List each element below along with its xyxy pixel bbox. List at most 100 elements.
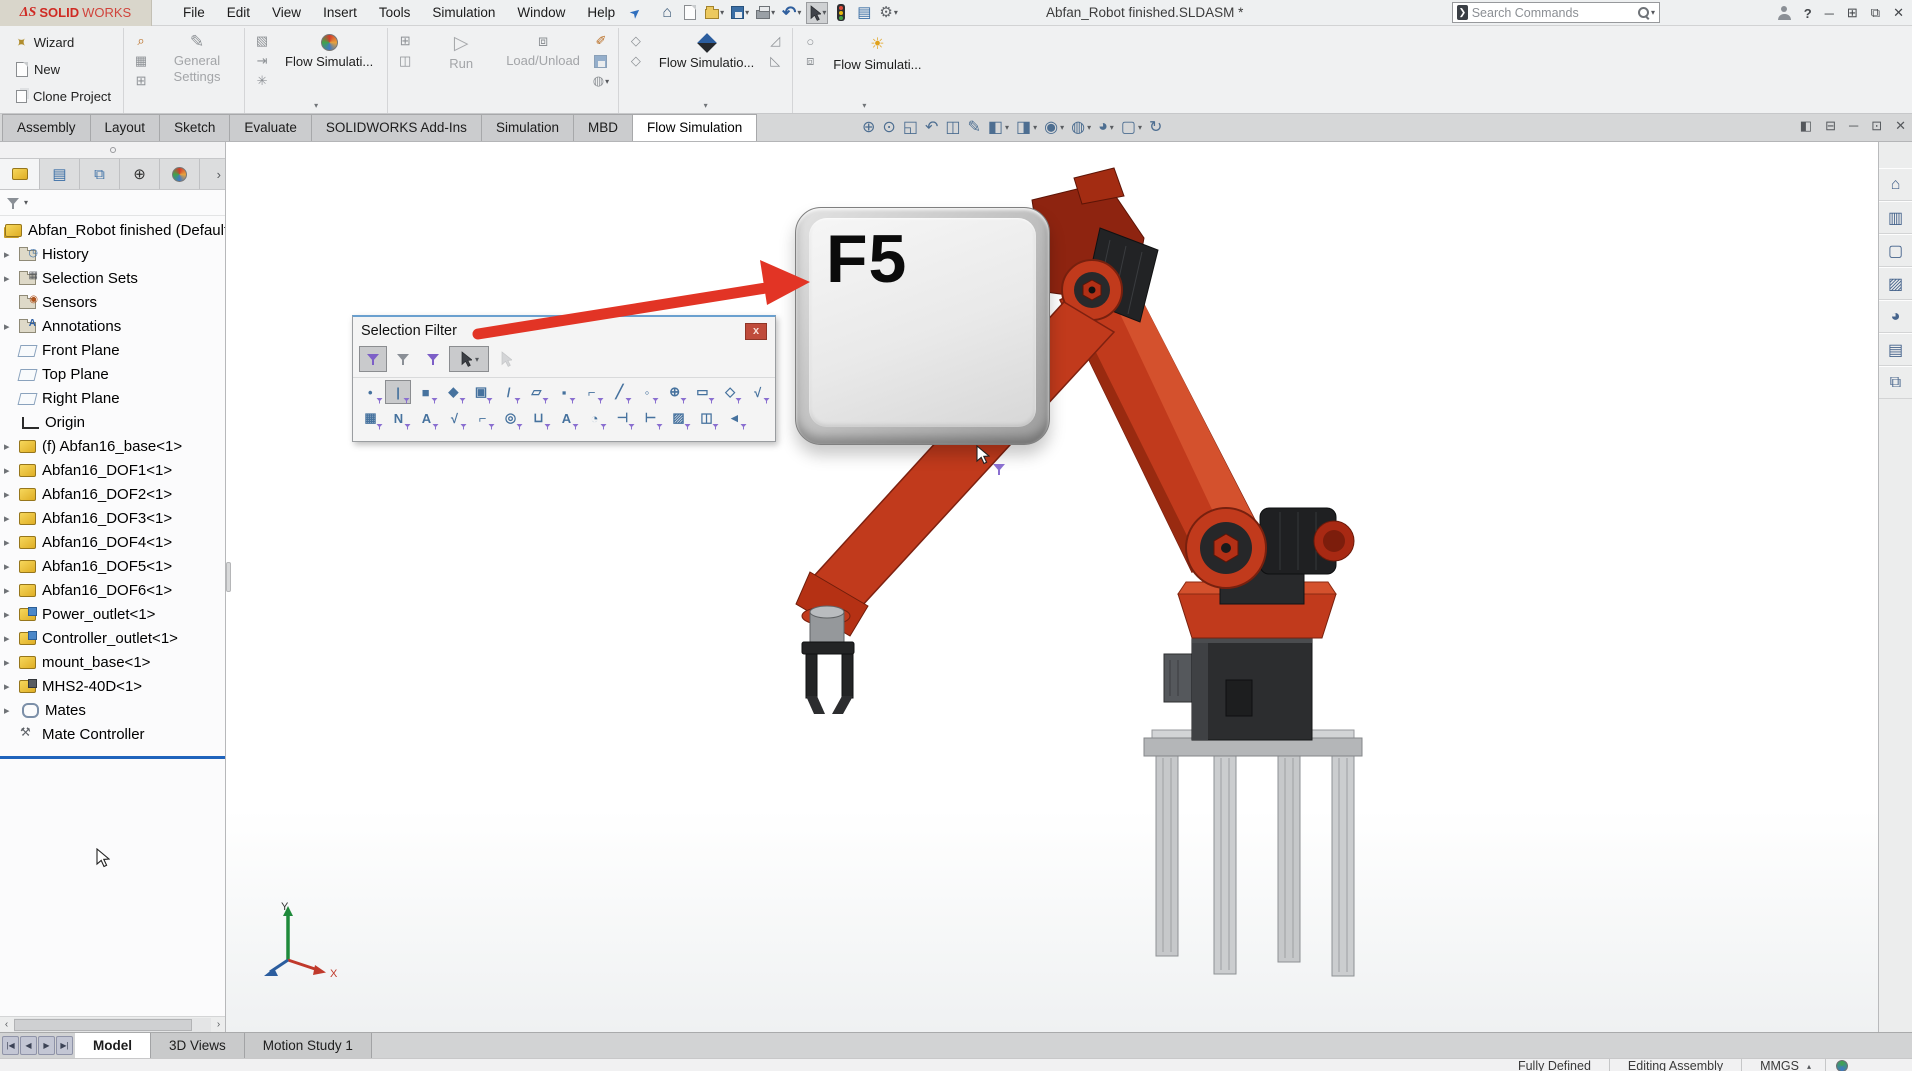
tree-item-abfan16-dof4[interactable]: ▸ Abfan16_DOF4<1> [0,530,225,554]
filter-datum-targets[interactable]: ⊔ [525,406,552,430]
solve-tools-icon[interactable]: ✐ [592,33,610,49]
hud-dropdown-caret[interactable]: ▾ [1060,123,1064,132]
tree-horizontal-scrollbar[interactable]: ‹ › [0,1016,225,1032]
tab-motion-study-1[interactable]: Motion Study 1 [245,1033,372,1058]
search-commands-box[interactable]: ❯ ▾ [1452,2,1660,23]
flow-simulation-dropdown-2[interactable]: Flow Simulatio... [653,30,760,75]
zoom-to-fit-icon[interactable]: ⊙ ▾ [882,117,895,137]
pin-icon[interactable]: ➤ [626,3,645,22]
filter-surface-finish[interactable]: √ [441,406,468,430]
filter-sketches[interactable]: ⌐ [578,380,605,404]
menu-insert[interactable]: Insert [312,1,368,24]
filter-surface-bodies[interactable]: ◆ [440,380,467,404]
close-icon[interactable]: x [745,323,767,340]
general-settings-button[interactable]: ✎ GeneralSettings [158,30,236,90]
expand-arrow-icon[interactable]: ▸ [4,704,18,717]
expand-arrow-icon[interactable]: ▸ [4,680,18,693]
hud-dropdown-caret[interactable]: ▾ [1138,123,1142,132]
section-view-icon[interactable]: ◫ ▾ [945,117,960,137]
expand-arrow-icon[interactable]: ▸ [4,488,18,501]
pane-split-icon[interactable]: ⊟ [1825,118,1836,134]
tab-3d-views[interactable]: 3D Views [151,1033,245,1058]
filter-sketch-segments[interactable]: ╱ [606,380,633,404]
component-control-icon[interactable]: ⇥ [253,53,271,69]
options-button[interactable]: ⚙▾ [877,2,899,24]
search-icon[interactable] [1637,6,1646,19]
home-button[interactable]: ⌂ [657,2,677,24]
expand-arrow-icon[interactable]: ▸ [4,632,18,645]
tab-evaluate[interactable]: Evaluate [229,114,312,141]
tree-item-controller-outlet[interactable]: ▸ Controller_outlet<1> [0,626,225,650]
filter-routing-points[interactable]: ⊢ [637,406,664,430]
tree-item-annotations[interactable]: ▸ Annotations [0,314,225,338]
search-dropdown-caret[interactable]: ▾ [1651,8,1655,17]
filter-weld-symbols[interactable]: ⌐ [469,406,496,430]
search-input[interactable] [1472,6,1633,20]
filter-sketch-relations[interactable]: √ [744,380,771,404]
appearances-icon[interactable]: ◕ [1879,300,1912,333]
mesh-icon[interactable]: ⊞ [396,33,414,49]
tree-item-abfan16-dof6[interactable]: ▸ Abfan16_DOF6<1> [0,578,225,602]
zoom-to-area-icon[interactable]: ◱ ▾ [903,117,918,137]
hud-dropdown-caret[interactable]: ▾ [1033,123,1037,132]
filter-planes[interactable]: ▱ [523,380,550,404]
print-dropdown-caret[interactable]: ▾ [771,8,775,17]
select-tool-button[interactable]: ▾ [449,346,489,372]
undo-dropdown-caret[interactable]: ▾ [797,8,801,17]
minimize-button[interactable]: ─ [1825,6,1834,21]
batch-run-icon[interactable]: ◫ [396,53,414,69]
tree-item-abfan16-base[interactable]: ▸ (f) Abfan16_base<1> [0,434,225,458]
open-dropdown-caret[interactable]: ▾ [720,8,724,17]
view-settings-icon[interactable]: ▢ ▾ [1121,117,1142,137]
filter-datums[interactable]: ◎ [497,406,524,430]
filter-balloons[interactable]: A [413,406,440,430]
clear-all-filters-button[interactable] [389,346,417,372]
tree-item-abfan16-dof5[interactable]: ▸ Abfan16_DOF5<1> [0,554,225,578]
first-tab-button[interactable]: |◀ [2,1036,19,1055]
undo-button[interactable]: ↶▾ [780,2,803,24]
tree-item-abfan16-dof3[interactable]: ▸ Abfan16_DOF3<1> [0,506,225,530]
tree-item-right-plane[interactable]: ▸ Right Plane [0,386,225,410]
tree-item-top-plane[interactable]: ▸ Top Plane [0,362,225,386]
scrollbar-thumb[interactable] [14,1019,192,1031]
tab-layout[interactable]: Layout [90,114,161,141]
close-button[interactable]: ✕ [1893,5,1904,21]
expand-arrow-icon[interactable]: ▸ [4,272,18,285]
group-dropdown-caret[interactable]: ▾ [314,101,318,110]
results-options-icon[interactable]: ◍▾ [592,73,610,89]
file-properties-button[interactable]: ▤ [854,2,874,24]
next-tab-button[interactable]: ▶ [38,1036,55,1055]
new-document-button[interactable] [680,2,700,24]
expand-arrow-icon[interactable]: ▸ [4,248,18,261]
property-manager-tab[interactable]: ▤ [40,159,80,189]
flow-simulation-dropdown-3[interactable]: ☀ Flow Simulati... [827,30,927,77]
filter-center-marks[interactable]: ⊕ [661,380,688,404]
load-unload-button[interactable]: ⧈ Load/Unload [500,30,586,73]
tree-item-mates[interactable]: ▸ Mates [0,698,225,722]
configuration-manager-tab[interactable]: ⧉ [80,159,120,189]
filter-blocks[interactable]: A [553,406,580,430]
dimxpert-manager-tab[interactable]: ⊕ [120,159,160,189]
tree-item-origin[interactable]: ▸ Origin [0,410,225,434]
expand-arrow-icon[interactable]: ▸ [4,464,18,477]
selection-filter-titlebar[interactable]: Selection Filter x [353,317,775,345]
scroll-right-button[interactable]: › [212,1017,225,1033]
file-explorer-icon[interactable]: ▢ [1879,234,1912,267]
last-tab-button[interactable]: ▶| [56,1036,73,1055]
expand-arrow-icon[interactable]: ▸ [4,320,18,333]
custom-properties-icon[interactable]: ▤ [1879,333,1912,366]
user-account-icon[interactable] [1778,6,1791,20]
scroll-left-button[interactable]: ‹ [0,1017,13,1033]
home-icon[interactable]: ⌂ [1879,168,1912,201]
tab-model[interactable]: Model [75,1033,151,1058]
clone-project-button[interactable]: Clone Project [12,84,115,109]
select-tool-caret[interactable]: ▾ [475,355,479,364]
hud-dropdown-caret[interactable]: ▾ [1087,123,1091,132]
select-tool-button[interactable]: ▾ [806,2,828,24]
geometry-icon[interactable]: ⧈ [801,53,819,69]
menu-file[interactable]: File [172,1,216,24]
filter-vertices[interactable]: • [357,380,384,404]
expand-arrow-icon[interactable]: ▸ [4,536,18,549]
expand-arrow-icon[interactable]: ▸ [4,440,18,453]
filter-solid-bodies[interactable]: ▣ [468,380,495,404]
